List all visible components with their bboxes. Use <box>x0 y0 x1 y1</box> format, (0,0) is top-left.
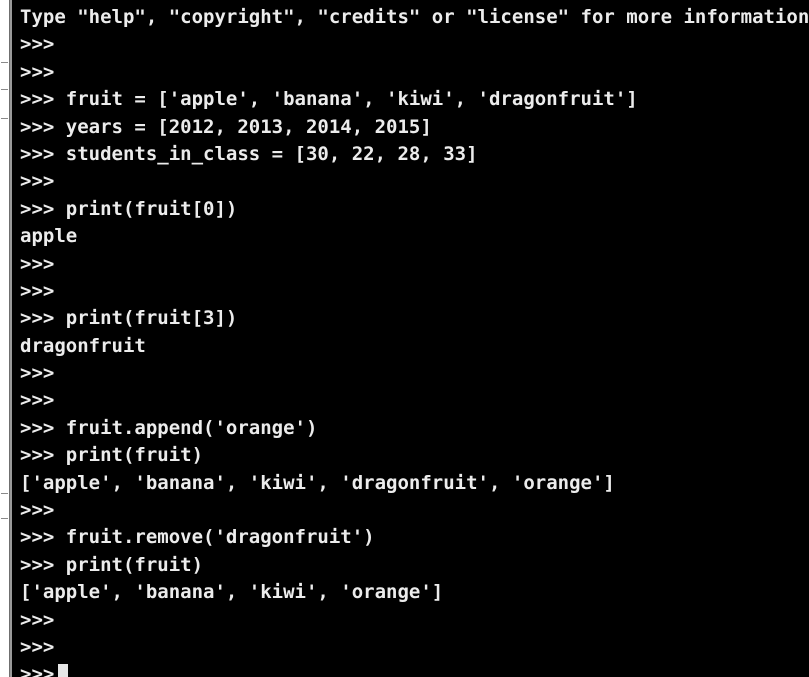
terminal-line: apple <box>20 225 78 248</box>
terminal-line: >>> fruit.remove('dragonfruit') <box>20 526 375 549</box>
terminal-line: >>> <box>20 33 55 56</box>
edge-tick <box>1 493 8 494</box>
terminal-input-line[interactable]: >>> <box>20 661 809 677</box>
terminal-line: >>> students_in_class = [30, 22, 28, 33] <box>20 142 478 165</box>
terminal-line: >>> print(fruit[3]) <box>20 307 238 330</box>
terminal-line: >>> print(fruit) <box>20 444 204 467</box>
terminal-line: ['apple', 'banana', 'kiwi', 'dragonfruit… <box>20 471 615 494</box>
terminal-line: >>> years = [2012, 2013, 2014, 2015] <box>20 115 432 138</box>
terminal-line: >>> fruit.append('orange') <box>20 416 318 439</box>
terminal-line: >>> <box>20 60 55 83</box>
terminal-line: >>> print(fruit[0]) <box>20 197 238 220</box>
terminal-line: >>> <box>20 362 55 385</box>
python-terminal[interactable]: Type "help", "copyright", "credits" or "… <box>10 0 809 677</box>
terminal-line: >>> fruit = ['apple', 'banana', 'kiwi', … <box>20 88 638 111</box>
text-cursor <box>58 664 69 677</box>
terminal-line: >>> <box>20 170 55 193</box>
edge-tick <box>1 518 8 519</box>
terminal-output: Type "help", "copyright", "credits" or "… <box>20 4 809 677</box>
edge-tick <box>1 89 8 90</box>
edge-tick <box>1 62 8 63</box>
edge-tick <box>1 118 8 119</box>
terminal-line: ['apple', 'banana', 'kiwi', 'orange'] <box>20 581 444 604</box>
terminal-line: >>> <box>20 499 55 522</box>
terminal-line: Type "help", "copyright", "credits" or "… <box>20 6 809 28</box>
terminal-line: >>> <box>20 252 55 275</box>
terminal-prompt: >>> <box>20 663 55 677</box>
window-left-edge <box>0 0 10 677</box>
terminal-line: >>> <box>20 608 55 631</box>
terminal-line: >>> <box>20 389 55 412</box>
terminal-line: >>> <box>20 635 55 658</box>
terminal-line: >>> print(fruit) <box>20 553 204 576</box>
terminal-line: >>> <box>20 279 55 302</box>
terminal-line: dragonfruit <box>20 334 146 357</box>
